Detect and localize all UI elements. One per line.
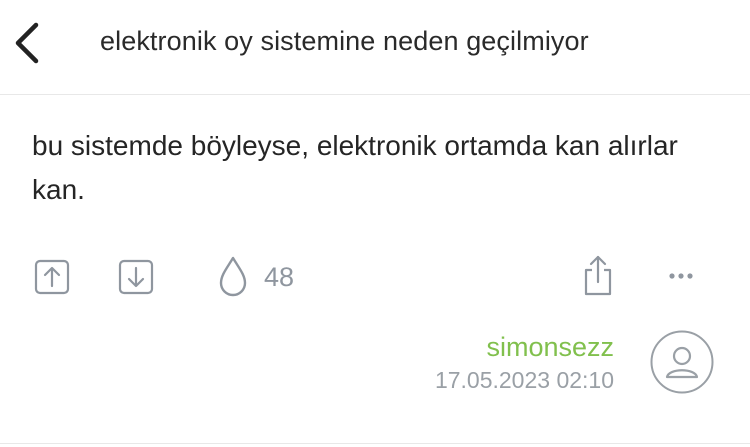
author-avatar[interactable] xyxy=(650,330,714,394)
arrow-up-box-icon xyxy=(34,259,70,295)
divider xyxy=(0,443,750,444)
user-avatar-icon xyxy=(650,330,714,394)
chevron-left-icon xyxy=(15,22,39,64)
share-button[interactable] xyxy=(578,253,618,299)
arrow-down-box-icon xyxy=(118,259,154,295)
downvote-button[interactable] xyxy=(118,259,154,295)
entry-date[interactable]: 17.05.2023 02:10 xyxy=(435,364,614,396)
more-options-button[interactable] xyxy=(660,262,702,290)
author-info: simonsezz 17.05.2023 02:10 xyxy=(435,330,614,396)
page-title[interactable]: elektronik oy sistemine neden geçilmiyor xyxy=(100,26,589,57)
back-button[interactable] xyxy=(10,18,50,68)
favorite-button[interactable] xyxy=(214,254,252,298)
drop-icon xyxy=(219,256,247,297)
entry-content: bu sistemde böyleyse, elektronik ortamda… xyxy=(32,130,678,205)
header-bar: elektronik oy sistemine neden geçilmiyor xyxy=(0,0,750,95)
share-icon xyxy=(584,255,612,296)
entry-actions: 48 xyxy=(0,250,750,302)
more-dots-icon xyxy=(669,273,693,279)
favorite-count: 48 xyxy=(264,262,295,292)
author-name[interactable]: simonsezz xyxy=(435,330,614,364)
upvote-button[interactable] xyxy=(34,259,70,295)
